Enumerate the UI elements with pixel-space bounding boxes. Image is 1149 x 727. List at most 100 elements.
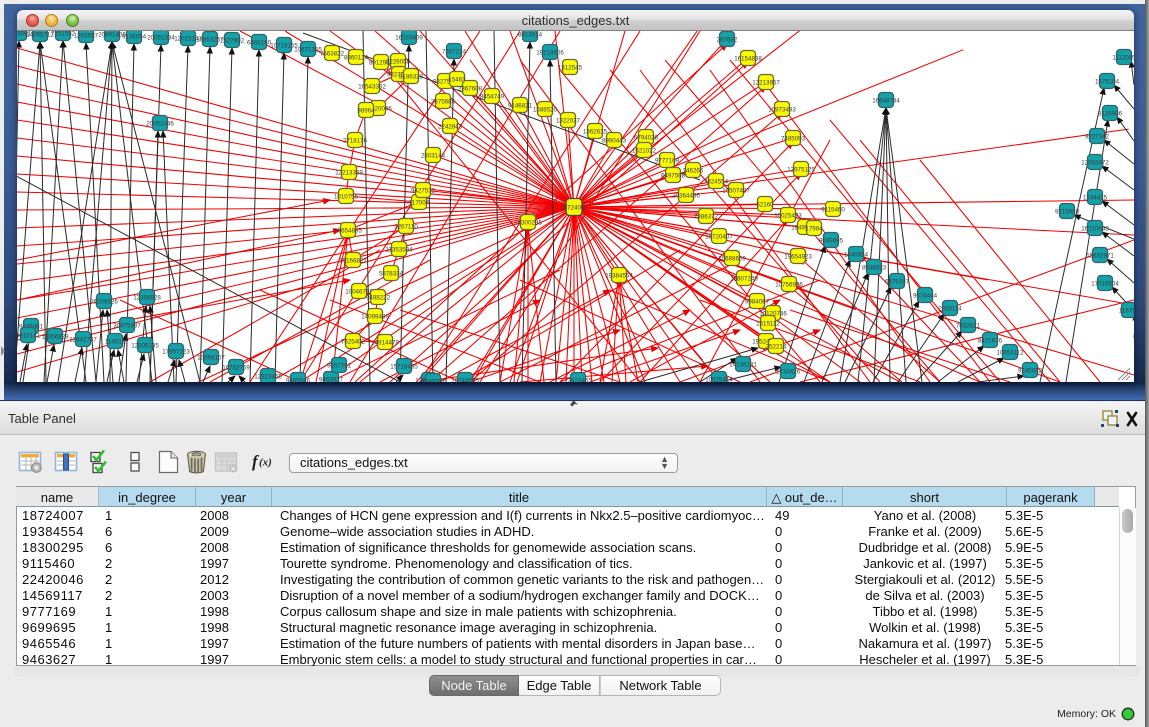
svg-text:19654923: 19654923 [784,254,812,261]
svg-text:8938923: 8938923 [862,265,887,272]
svg-text:1203557: 1203557 [74,33,99,40]
svg-text:3824554: 3824554 [704,179,729,186]
svg-text:19384554: 19384554 [605,273,633,280]
svg-text:(x): (x) [259,457,272,469]
svg-text:1588520: 1588520 [533,107,558,114]
svg-text:9463627: 9463627 [319,377,344,383]
svg-text:287682: 287682 [717,37,738,44]
svg-text:5878334: 5878334 [379,271,404,278]
svg-text:9427532: 9427532 [411,188,436,195]
svg-text:7625402: 7625402 [341,339,366,346]
svg-text:1733426: 1733426 [776,369,801,376]
svg-text:7357224: 7357224 [442,49,467,56]
svg-text:15692971: 15692971 [1086,253,1114,260]
svg-text:16782759: 16782759 [222,365,250,372]
svg-text:10507487: 10507487 [722,188,750,195]
svg-text:746266: 746266 [683,168,704,175]
svg-text:26206526: 26206526 [90,299,118,306]
svg-text:10244505: 10244505 [451,378,479,383]
svg-text:19218906: 19218906 [536,50,564,57]
svg-text:3675685: 3675685 [431,99,456,106]
svg-text:2242843: 2242843 [438,124,463,131]
svg-text:252214: 252214 [766,344,787,351]
svg-text:3267110: 3267110 [394,224,418,231]
svg-text:1112045: 1112045 [1112,55,1134,62]
svg-text:98964: 98964 [357,108,375,115]
svg-text:7663822: 7663822 [320,51,345,58]
svg-text:117004: 117004 [409,200,430,207]
svg-text:114513: 114513 [105,339,126,346]
svg-text:1575104: 1575104 [1095,79,1120,86]
svg-text:10756926: 10756926 [775,282,803,289]
svg-text:7151552: 7151552 [51,31,76,38]
svg-text:18807249: 18807249 [730,276,758,283]
svg-text:9129906: 9129906 [1098,111,1123,118]
svg-text:30975887: 30975887 [113,323,141,330]
svg-text:7386372: 7386372 [694,214,719,221]
svg-text:1322037: 1322037 [556,118,581,125]
svg-text:9498222: 9498222 [366,295,391,302]
svg-text:9674444: 9674444 [913,293,938,300]
svg-text:12093872: 12093872 [1081,160,1109,167]
svg-text:7485093: 7485093 [781,136,806,143]
svg-text:16543382: 16543382 [358,84,386,91]
svg-text:16033809: 16033809 [395,35,423,42]
svg-text:16154838: 16154838 [734,56,762,63]
svg-text:10025414: 10025414 [705,377,733,383]
svg-text:18300295: 18300295 [514,220,542,227]
svg-text:20053346: 20053346 [146,121,174,128]
svg-text:8471676: 8471676 [978,338,1003,345]
svg-text:1010755: 1010755 [334,194,359,201]
svg-text:3915141: 3915141 [17,333,41,340]
svg-text:12505135: 12505135 [131,343,159,350]
svg-text:14914479: 14914479 [371,340,399,347]
svg-text:1362615: 1362615 [583,129,608,136]
svg-text:20051334: 20051334 [147,35,175,42]
svg-text:8860124: 8860124 [344,55,369,62]
svg-text:116753: 116753 [1119,308,1134,315]
svg-text:8286051: 8286051 [421,379,446,383]
svg-text:9136054: 9136054 [122,34,147,41]
svg-text:1244415: 1244415 [1083,195,1108,202]
svg-text:12975125: 12975125 [787,167,815,174]
svg-text:16210643: 16210643 [1081,226,1109,233]
svg-text:6497568: 6497568 [661,173,686,180]
svg-text:15720407: 15720407 [705,234,733,241]
svg-text:1440954: 1440954 [844,252,869,259]
svg-text:19654885: 19654885 [334,228,362,235]
svg-text:1621022: 1621022 [632,148,657,155]
svg-text:6879197: 6879197 [885,279,910,286]
svg-text:20364436: 20364436 [672,193,700,200]
svg-text:10671355: 10671355 [294,47,322,54]
svg-text:9657791: 9657791 [327,363,352,370]
svg-text:10958107: 10958107 [197,355,225,362]
svg-text:8990443: 8990443 [602,138,627,145]
svg-text:19166827: 19166827 [339,258,367,265]
svg-text:9699695: 9699695 [819,238,844,245]
svg-text:2803144: 2803144 [421,153,446,160]
svg-text:2935114: 2935114 [938,306,962,313]
svg-text:2226058: 2226058 [386,59,411,66]
svg-text:17957223: 17957223 [162,349,190,356]
svg-text:9465546: 9465546 [286,378,311,383]
svg-text:6794028: 6794028 [634,135,659,142]
svg-text:14099489: 14099489 [361,314,389,321]
svg-text:1312545: 1312545 [558,65,583,72]
svg-text:18724007: 18724007 [560,205,588,212]
svg-text:9146821: 9146821 [508,103,533,110]
svg-text:9115460: 9115460 [821,207,845,214]
svg-text:9245052: 9245052 [1018,368,1043,375]
svg-text:12923465: 12923465 [564,378,592,383]
svg-text:11353594: 11353594 [385,247,413,254]
svg-text:7632621: 7632621 [956,323,981,330]
svg-text:15716485: 15716485 [390,364,418,371]
svg-text:10654112: 10654112 [996,350,1024,357]
svg-text:8454749: 8454749 [480,94,505,101]
svg-text:12923465: 12923465 [254,374,282,381]
svg-text:9227342: 9227342 [1085,134,1110,141]
svg-text:9215958: 9215958 [1055,209,1080,216]
svg-text:9777169: 9777169 [655,158,680,165]
svg-text:12358928: 12358928 [133,295,161,302]
svg-text:10973493: 10973493 [768,107,796,114]
svg-text:8813014: 8813014 [518,32,543,39]
